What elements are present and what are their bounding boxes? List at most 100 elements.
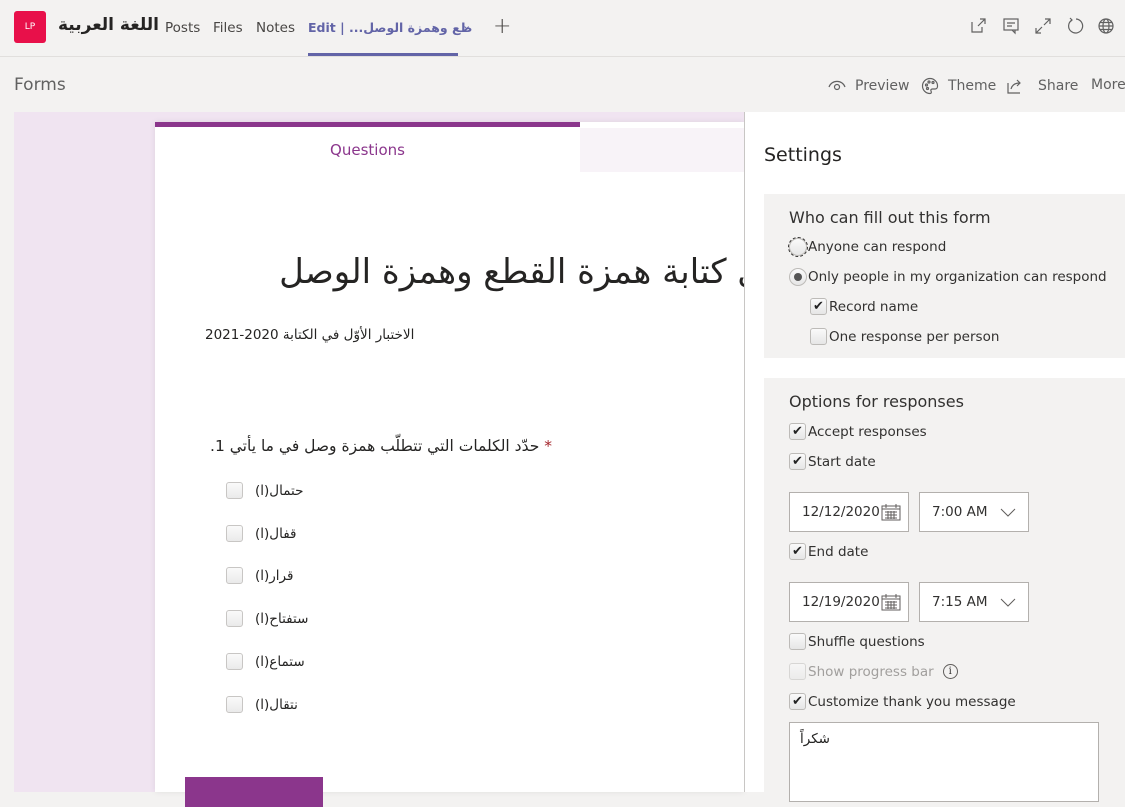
end-time-dropdown[interactable]: 7:15 AM [919,582,1029,622]
teams-top-bar: LP اللغة العربية Posts Files Notes Edit … [0,0,1125,57]
option-label: ستماع(ا) [255,653,305,670]
option-item[interactable]: نتقال(ا) [226,696,298,713]
start-date-value: 12/12/2020 [802,504,880,520]
thank-you-checkbox[interactable]: ✔ [789,693,806,710]
end-time-value: 7:15 AM [932,594,988,610]
active-tab-indicator [308,53,458,56]
settings-title: Settings [764,144,842,166]
tab-files[interactable]: Files [213,20,243,36]
record-name-label: Record name [829,298,919,315]
tab-edit-form[interactable]: Edit | ...طع وهمزة الوصل [308,20,472,35]
option-checkbox[interactable] [226,696,243,713]
tab-notes[interactable]: Notes [256,20,295,36]
more-button[interactable]: More [1091,77,1125,93]
option-label: حتمال(ا) [255,482,304,499]
end-date-checkbox[interactable]: ✔ [789,543,806,560]
who-heading: Who can fill out this form [789,208,991,227]
org-only-label: Only people in my organization can respo… [808,269,1107,285]
required-mark: * [544,437,552,455]
form-card: Questions ي كتابة همزة القطع وهمزة الوصل… [155,122,764,807]
chevron-down-icon [1000,598,1016,607]
settings-panel: Settings Who can fill out this form Anyo… [744,112,1125,802]
option-checkbox[interactable] [226,610,243,627]
calendar-icon[interactable] [881,593,901,611]
option-item[interactable]: حتمال(ا) [226,482,303,499]
org-only-radio-row[interactable]: Only people in my organization can respo… [789,268,1107,286]
shuffle-checkbox[interactable] [789,633,806,650]
option-label: ستفتاح(ا) [255,610,309,627]
chevron-down-icon[interactable]: ⌄ [462,19,471,32]
options-heading: Options for responses [789,392,964,411]
org-only-radio[interactable] [789,268,807,286]
shuffle-row[interactable]: Shuffle questions [789,633,925,650]
chat-icon[interactable] [1002,17,1022,37]
option-checkbox[interactable] [226,653,243,670]
thank-you-row[interactable]: ✔ Customize thank you message [789,693,1016,710]
end-date-value: 12/19/2020 [802,594,880,610]
tab-questions[interactable]: Questions [155,122,580,172]
add-new-button[interactable] [185,777,323,807]
option-label: قرار(ا) [255,567,294,584]
share-icon [1007,79,1021,94]
accept-responses-row[interactable]: ✔ Accept responses [789,423,927,440]
response-options-section: Options for responses ✔ Accept responses… [764,378,1125,802]
question-title[interactable]: * حدّد الكلمات التي تتطلّب همزة وصل في م… [210,437,552,455]
more-label: More [1091,77,1125,93]
calendar-icon[interactable] [881,503,901,521]
info-icon[interactable]: i [942,664,958,679]
record-name-row[interactable]: ✔ Record name [810,298,918,315]
start-date-row[interactable]: ✔ Start date [789,453,876,470]
form-subtitle[interactable]: الاختبار الأوّل في الكتابة 2020-2021 [205,327,414,343]
option-item[interactable]: ستماع(ا) [226,653,305,670]
tab-posts[interactable]: Posts [165,20,200,36]
anyone-radio-row[interactable]: Anyone can respond [788,237,946,257]
one-response-label: One response per person [829,328,1000,345]
add-tab-button[interactable]: + [493,14,511,39]
palette-icon [921,77,939,95]
progress-bar-row: Show progress bar i [789,663,958,680]
preview-label: Preview [855,78,910,94]
option-label: نتقال(ا) [255,696,298,713]
start-date-input[interactable]: 12/12/2020 [789,492,909,532]
option-item[interactable]: ستفتاح(ا) [226,610,308,627]
anyone-radio[interactable] [788,237,808,257]
option-checkbox[interactable] [226,525,243,542]
one-response-row[interactable]: One response per person [810,328,999,345]
thank-you-message-text: شكراً [800,731,830,747]
questions-tab-label: Questions [330,140,405,159]
option-checkbox[interactable] [226,567,243,584]
theme-button[interactable]: Theme [921,77,996,95]
record-name-checkbox[interactable]: ✔ [810,298,827,315]
one-response-checkbox[interactable] [810,328,827,345]
form-canvas: Questions ي كتابة همزة القطع وهمزة الوصل… [14,112,764,807]
expand-icon[interactable] [1034,17,1054,37]
chevron-down-icon [1000,508,1016,517]
option-item[interactable]: قفال(ا) [226,525,297,542]
preview-button[interactable]: Preview [828,77,910,95]
app-title: Forms [14,75,66,95]
option-item[interactable]: قرار(ا) [226,567,293,584]
accept-responses-checkbox[interactable]: ✔ [789,423,806,440]
end-date-input[interactable]: 12/19/2020 [789,582,909,622]
question-number: 1. [210,437,225,455]
end-date-row[interactable]: ✔ End date [789,543,868,560]
question-text: حدّد الكلمات التي تتطلّب همزة وصل في ما … [229,437,540,455]
form-title[interactable]: ي كتابة همزة القطع وهمزة الوصل [279,252,764,292]
open-external-icon[interactable] [969,17,989,37]
thank-you-label: Customize thank you message [808,693,1016,710]
start-date-label: Start date [808,453,876,470]
refresh-icon[interactable] [1066,17,1086,37]
progress-bar-checkbox [789,663,806,680]
team-avatar[interactable]: LP [14,11,46,43]
start-time-value: 7:00 AM [932,504,988,520]
start-time-dropdown[interactable]: 7:00 AM [919,492,1029,532]
eye-icon [828,80,846,91]
option-label: قفال(ا) [255,525,297,542]
globe-icon[interactable] [1097,17,1117,37]
tab-responses[interactable] [580,128,744,172]
option-checkbox[interactable] [226,482,243,499]
thank-you-message-input[interactable]: شكراً [789,722,1099,802]
theme-label: Theme [948,78,997,94]
share-button[interactable]: Share [1006,77,1078,95]
start-date-checkbox[interactable]: ✔ [789,453,806,470]
